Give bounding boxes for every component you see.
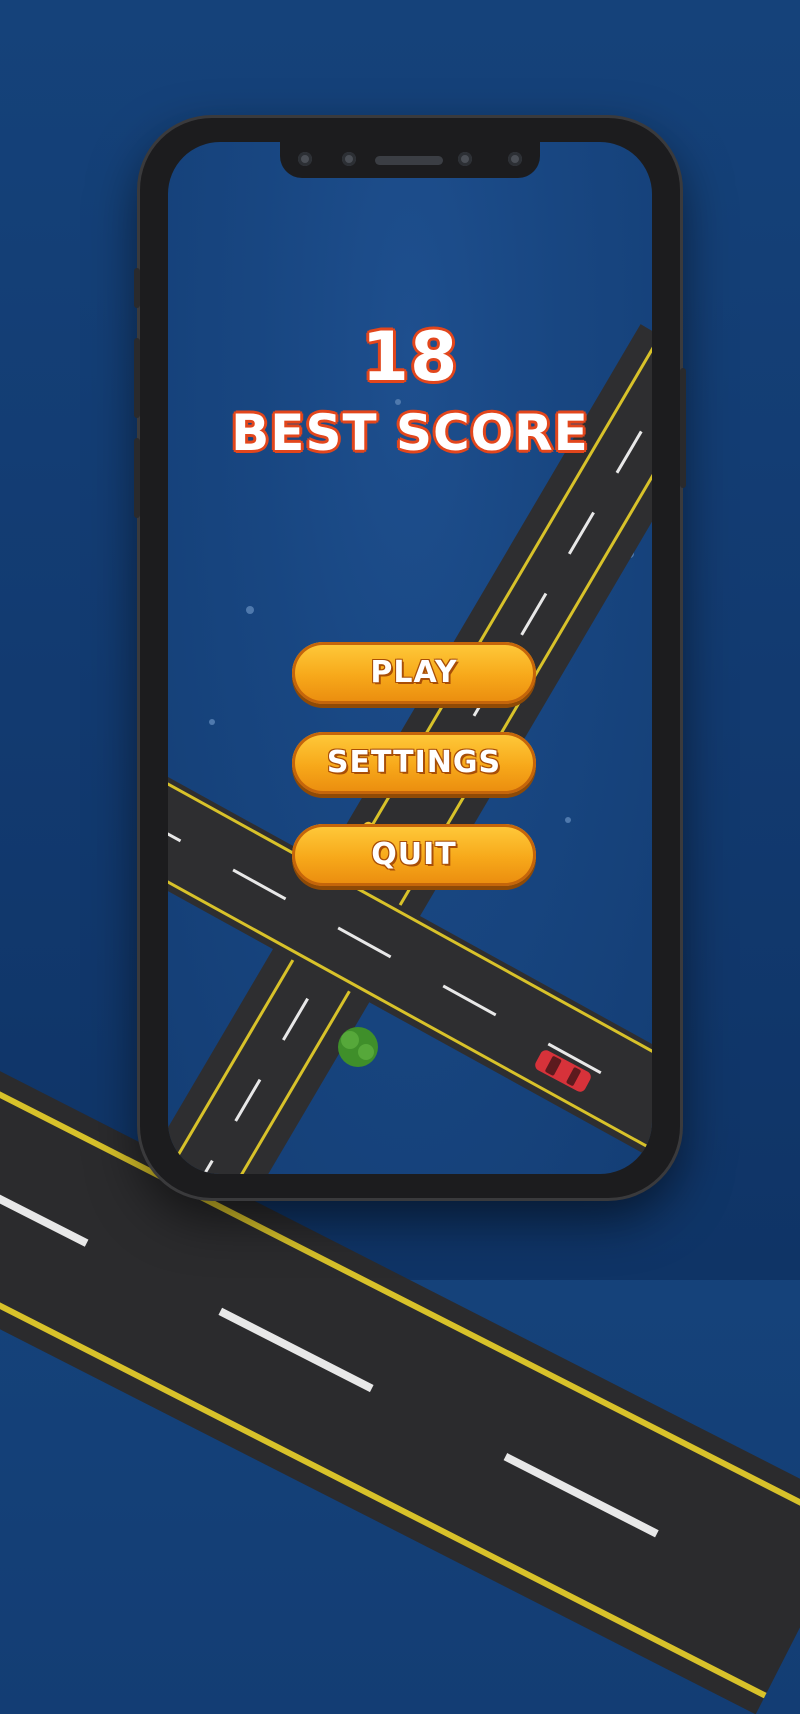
sensor-icon — [342, 152, 356, 166]
phone-side-button — [680, 368, 686, 488]
star-dot — [209, 719, 215, 725]
road-dash — [0, 1162, 89, 1247]
phone-side-button — [134, 438, 140, 518]
game-screen[interactable]: 18 BEST SCORE PLAY SETTINGS QUIT — [168, 142, 652, 1174]
best-score-label: BEST SCORE — [231, 404, 589, 462]
road-dash — [503, 1453, 659, 1538]
play-button[interactable]: PLAY — [292, 642, 536, 704]
speaker-grille — [375, 156, 443, 165]
phone-side-button — [134, 268, 140, 308]
road-edge-line — [0, 1193, 767, 1699]
road-dash — [218, 1307, 374, 1393]
camera-icon — [508, 152, 522, 166]
bush — [338, 1027, 378, 1067]
settings-button[interactable]: SETTINGS — [292, 732, 536, 794]
camera-icon — [298, 152, 312, 166]
phone-frame: 18 BEST SCORE PLAY SETTINGS QUIT — [134, 118, 686, 1198]
quit-button[interactable]: QUIT — [292, 824, 536, 886]
phone-notch — [280, 142, 540, 178]
phone-side-button — [134, 338, 140, 418]
star-dot — [246, 606, 254, 614]
current-score: 18 — [361, 318, 459, 397]
sensor-icon — [458, 152, 472, 166]
star-dot — [565, 817, 571, 823]
